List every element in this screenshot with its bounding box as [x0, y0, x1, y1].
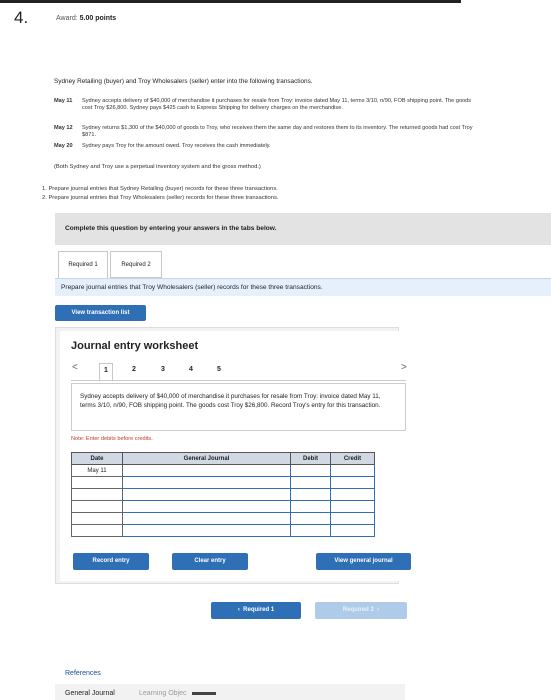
debit-input[interactable]	[290, 512, 331, 525]
transaction-row: May 11 Sydney accepts delivery of $40,00…	[54, 98, 482, 113]
transaction-row: May 20 Sydney pays Troy for the amount o…	[54, 143, 482, 150]
transaction-date: May 20	[54, 143, 73, 149]
view-general-journal-button[interactable]: View general journal	[316, 553, 411, 570]
debit-input[interactable]	[290, 524, 331, 537]
references-heading: References	[65, 670, 101, 677]
view-transaction-list-button[interactable]: View transaction list	[55, 305, 146, 321]
transaction-date: May 12	[54, 125, 73, 131]
account-input[interactable]	[122, 476, 291, 489]
debit-input[interactable]	[290, 500, 331, 513]
column-general-journal: General Journal	[122, 452, 291, 465]
date-cell[interactable]	[71, 512, 123, 525]
transaction-description: Sydney accepts delivery of $40,000 of me…	[71, 383, 406, 431]
transaction-row: May 12 Sydney returns $1,300 of the $40,…	[54, 125, 482, 140]
credit-input[interactable]	[330, 476, 375, 489]
pager-divider	[71, 380, 406, 381]
page-tab-3[interactable]: 3	[156, 363, 170, 379]
credit-input[interactable]	[330, 464, 375, 477]
prev-required-label: Required 1	[243, 607, 275, 613]
table-row: May 11	[71, 464, 375, 477]
chevron-right-icon: ›	[373, 607, 380, 613]
date-cell[interactable]	[71, 524, 123, 537]
account-input[interactable]	[122, 500, 291, 513]
redaction-mark	[192, 692, 216, 695]
tab-required-2[interactable]: Required 2	[110, 251, 162, 278]
requirement-item: 2. Prepare journal entries that Troy Who…	[42, 195, 279, 201]
complete-question-banner: Complete this question by entering your …	[55, 213, 551, 245]
chevron-right-icon[interactable]: >	[401, 362, 407, 373]
requirement-item: 1. Prepare journal entries that Sydney R…	[42, 186, 278, 192]
award-label: Award: 5.00 points	[56, 15, 116, 22]
date-cell[interactable]: May 11	[71, 464, 123, 477]
worksheet-title: Journal entry worksheet	[71, 340, 199, 352]
complete-question-text: Complete this question by entering your …	[65, 225, 277, 232]
table-row	[71, 524, 375, 537]
tab-required-1[interactable]: Required 1	[58, 251, 108, 278]
table-row	[71, 476, 375, 489]
page-tab-4[interactable]: 4	[184, 363, 198, 379]
account-input[interactable]	[122, 512, 291, 525]
table-row	[71, 512, 375, 525]
credit-input[interactable]	[330, 500, 375, 513]
tab-prompt-band: Prepare journal entries that Troy Wholes…	[55, 278, 551, 296]
next-required-button: Required 2 ›	[315, 602, 407, 619]
transaction-date: May 11	[54, 98, 73, 104]
top-divider	[0, 0, 461, 3]
account-input[interactable]	[122, 524, 291, 537]
transaction-text: Sydney pays Troy for the amount owed. Tr…	[82, 143, 271, 149]
question-number: 4.	[14, 8, 29, 27]
debit-input[interactable]	[290, 476, 331, 489]
award-value: 5.00 points	[79, 15, 117, 22]
award-prefix: Award:	[56, 15, 78, 22]
table-row	[71, 488, 375, 501]
debits-note: Note: Enter debits before credits.	[71, 436, 153, 442]
inventory-system-note: (Both Sydney and Troy use a perpetual in…	[54, 164, 261, 170]
page-tab-2[interactable]: 2	[127, 363, 141, 379]
date-cell[interactable]	[71, 500, 123, 513]
chevron-left-icon[interactable]: <	[72, 362, 78, 373]
credit-input[interactable]	[330, 488, 375, 501]
next-required-label: Required 2	[342, 607, 374, 613]
transaction-text: Sydney returns $1,300 of the $40,000 of …	[82, 125, 473, 139]
credit-input[interactable]	[330, 524, 375, 537]
column-credit: Credit	[330, 452, 375, 465]
account-input[interactable]	[122, 464, 291, 477]
reference-learning-objective[interactable]: Learning Objec	[139, 690, 186, 697]
page-tab-5[interactable]: 5	[212, 363, 226, 379]
clear-entry-button[interactable]: Clear entry	[172, 553, 248, 570]
record-entry-button[interactable]: Record entry	[73, 553, 149, 570]
transaction-text: Sydney accepts delivery of $40,000 of me…	[82, 98, 472, 112]
reference-general-journal[interactable]: General Journal	[65, 690, 115, 697]
date-cell[interactable]	[71, 488, 123, 501]
account-input[interactable]	[122, 488, 291, 501]
column-debit: Debit	[290, 452, 331, 465]
debit-input[interactable]	[290, 464, 331, 477]
table-row	[71, 500, 375, 513]
tab-prompt-text: Prepare journal entries that Troy Wholes…	[61, 284, 323, 291]
column-date: Date	[71, 452, 123, 465]
journal-entry-table: Date General Journal Debit Credit May 11	[71, 452, 375, 537]
date-cell[interactable]	[71, 476, 123, 489]
prev-required-button[interactable]: ‹ Required 1	[211, 602, 301, 619]
problem-intro: Sydney Retailing (buyer) and Troy Wholes…	[54, 78, 313, 85]
debit-input[interactable]	[290, 488, 331, 501]
credit-input[interactable]	[330, 512, 375, 525]
requirements-list: 1. Prepare journal entries that Sydney R…	[42, 185, 279, 203]
